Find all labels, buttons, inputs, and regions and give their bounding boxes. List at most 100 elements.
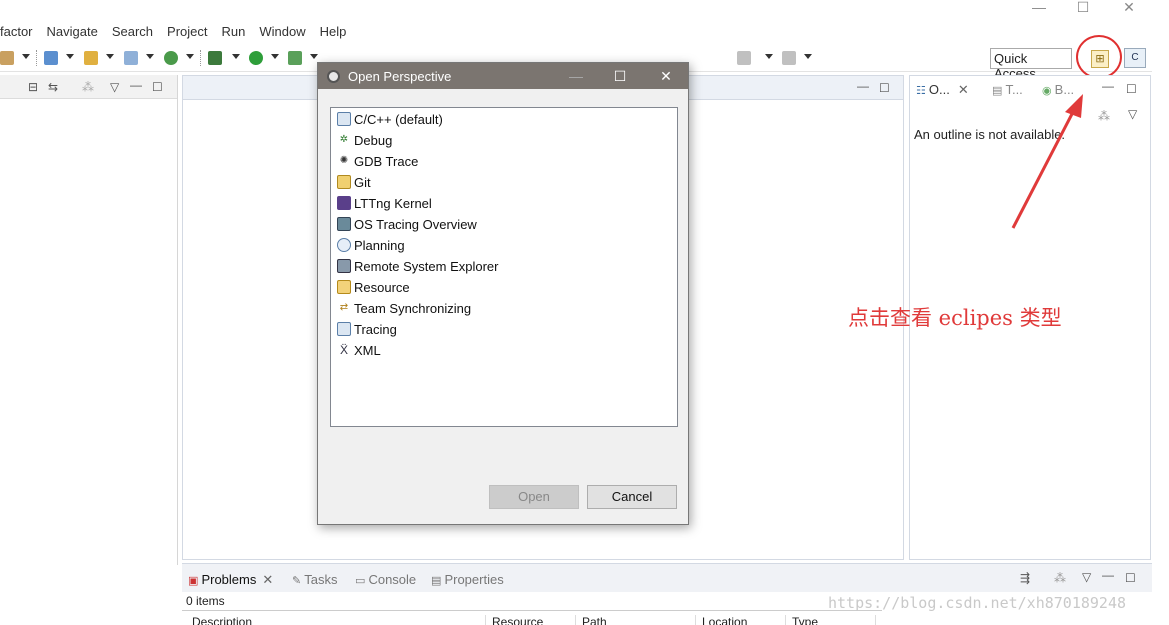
maximize-editor-icon[interactable]: ☐	[879, 82, 890, 94]
minimize-view-icon[interactable]: —	[1102, 569, 1114, 581]
new-project-icon[interactable]	[44, 51, 58, 65]
run-icon[interactable]	[249, 51, 263, 65]
chevron-down-icon[interactable]	[66, 54, 74, 59]
chevron-down-icon[interactable]	[106, 54, 114, 59]
forward-arrow-icon[interactable]	[782, 51, 796, 65]
maximize-dialog-icon[interactable]: ☐	[610, 67, 630, 85]
view-options-icon[interactable]: ⁂	[82, 81, 94, 93]
maximize-view-icon[interactable]: ☐	[152, 81, 163, 93]
new-folder-icon[interactable]	[84, 51, 98, 65]
list-item[interactable]: OS Tracing Overview	[337, 215, 477, 233]
minimize-view-icon[interactable]: —	[1102, 80, 1114, 92]
menu-window[interactable]: Window	[259, 24, 305, 39]
list-item[interactable]: Resource	[337, 278, 410, 296]
lttng-icon	[337, 196, 351, 210]
minimize-dialog-icon[interactable]: —	[566, 67, 586, 85]
maximize-button[interactable]: ☐	[1068, 0, 1098, 16]
close-tab-icon[interactable]: ✕	[958, 82, 969, 97]
toolbar-separator	[200, 50, 201, 66]
properties-icon: ▤	[431, 575, 445, 587]
view-options-icon[interactable]: ⁂	[1098, 110, 1110, 122]
menu-navigate[interactable]: Navigate	[47, 24, 98, 39]
column-path[interactable]: Path	[576, 615, 696, 625]
close-dialog-icon[interactable]: ✕	[656, 67, 676, 85]
new-file-icon[interactable]	[124, 51, 138, 65]
close-window-button[interactable]: ✕	[1114, 0, 1144, 16]
menu-run[interactable]: Run	[222, 24, 246, 39]
view-menu-icon[interactable]: ▽	[110, 81, 119, 93]
os-tracing-icon	[337, 217, 351, 231]
highlight-circle	[1076, 35, 1122, 79]
view-menu-icon[interactable]: ▽	[1128, 108, 1137, 120]
chevron-down-icon[interactable]	[146, 54, 154, 59]
git-icon	[337, 175, 351, 189]
perspective-list[interactable]: C/C++ (default) ✲ Debug ✺ GDB Trace Git LT…	[330, 107, 678, 427]
column-type[interactable]: Type	[786, 615, 876, 625]
close-tab-icon[interactable]: ✕	[262, 572, 273, 587]
items-count: 0 items	[186, 594, 225, 608]
collapse-all-icon[interactable]: ⊟	[28, 81, 38, 93]
chevron-down-icon[interactable]	[186, 54, 194, 59]
tab-properties[interactable]: ▤ Properties	[431, 572, 504, 587]
menu-project[interactable]: Project	[167, 24, 207, 39]
task-list-icon: ▤	[992, 85, 1006, 97]
dialog-titlebar[interactable]: Open Perspective — ☐ ✕	[318, 63, 688, 89]
annotation-arrow	[1011, 94, 1083, 229]
tab-problems[interactable]: ▣ Problems ✕	[188, 572, 273, 588]
xml-icon: Ẍ	[339, 343, 348, 357]
cdt-perspective-button[interactable]: C	[1124, 48, 1146, 68]
debug-icon[interactable]	[208, 51, 222, 65]
bug-icon: ✲	[339, 134, 349, 145]
new-class-icon[interactable]	[164, 51, 178, 65]
view-header: ⊟ ⇆ ⁂ ▽ — ☐	[0, 75, 177, 99]
list-item[interactable]: Ẍ XML	[337, 341, 381, 359]
toolbar-separator	[36, 50, 37, 66]
menu-search[interactable]: Search	[112, 24, 153, 39]
list-item[interactable]: ⇄ Team Synchronizing	[337, 299, 471, 317]
list-item[interactable]: LTTng Kernel	[337, 194, 432, 212]
chevron-down-icon[interactable]	[310, 54, 318, 59]
view-options-icon[interactable]: ⁂	[1054, 572, 1066, 584]
list-item[interactable]: C/C++ (default)	[337, 110, 443, 128]
open-button[interactable]: Open	[489, 485, 579, 509]
minimize-button[interactable]: —	[1024, 0, 1054, 16]
menu-help[interactable]: Help	[320, 24, 356, 39]
quick-access-field[interactable]: Quick Access	[990, 48, 1072, 81]
bottom-tabs: ▣ Problems ✕ ✎ Tasks ▭ Console ▤ Properti…	[182, 564, 1152, 592]
tab-tasks[interactable]: ✎ Tasks	[292, 572, 338, 587]
column-description[interactable]: Description	[186, 615, 486, 625]
list-item[interactable]: Planning	[337, 236, 405, 254]
filter-icon[interactable]: ⇶	[1020, 572, 1030, 584]
cancel-button[interactable]: Cancel	[587, 485, 677, 509]
list-item[interactable]: Git	[337, 173, 371, 191]
maximize-view-icon[interactable]: ☐	[1126, 83, 1137, 95]
tab-outline[interactable]: ☷ O... ✕	[916, 82, 969, 98]
tab-console[interactable]: ▭ Console	[355, 572, 416, 587]
chevron-down-icon[interactable]	[22, 54, 30, 59]
list-item[interactable]: Tracing	[337, 320, 397, 338]
minimize-view-icon[interactable]: —	[130, 79, 142, 91]
menubar: factor Navigate Search Project Run Windo…	[0, 20, 355, 42]
maximize-view-icon[interactable]: ☐	[1125, 572, 1136, 584]
list-item[interactable]: ✲ Debug	[337, 131, 393, 149]
list-item[interactable]: Remote System Explorer	[337, 257, 499, 275]
list-item[interactable]: ✺ GDB Trace	[337, 152, 419, 170]
external-tools-icon[interactable]	[288, 51, 302, 65]
column-resource[interactable]: Resource	[486, 615, 576, 625]
link-editor-icon[interactable]: ⇆	[48, 81, 58, 93]
chevron-down-icon[interactable]	[232, 54, 240, 59]
chevron-down-icon[interactable]	[271, 54, 279, 59]
remote-system-icon	[337, 259, 351, 273]
watermark: https://blog.csdn.net/xh870189248	[828, 594, 1127, 612]
back-arrow-icon[interactable]	[737, 51, 751, 65]
minimize-editor-icon[interactable]: —	[857, 80, 869, 92]
chevron-down-icon[interactable]	[804, 54, 812, 59]
open-perspective-dialog: Open Perspective — ☐ ✕ C/C++ (default) ✲…	[317, 62, 689, 525]
view-menu-icon[interactable]: ▽	[1082, 571, 1091, 583]
menu-refactor[interactable]: factor	[0, 24, 33, 39]
annotation-text: 点击查看 eclipes 类型	[848, 306, 1062, 330]
hammer-icon[interactable]	[0, 51, 14, 65]
problems-table-header: Description Resource Path Location Type	[182, 610, 882, 625]
chevron-down-icon[interactable]	[765, 54, 773, 59]
column-location[interactable]: Location	[696, 615, 786, 625]
